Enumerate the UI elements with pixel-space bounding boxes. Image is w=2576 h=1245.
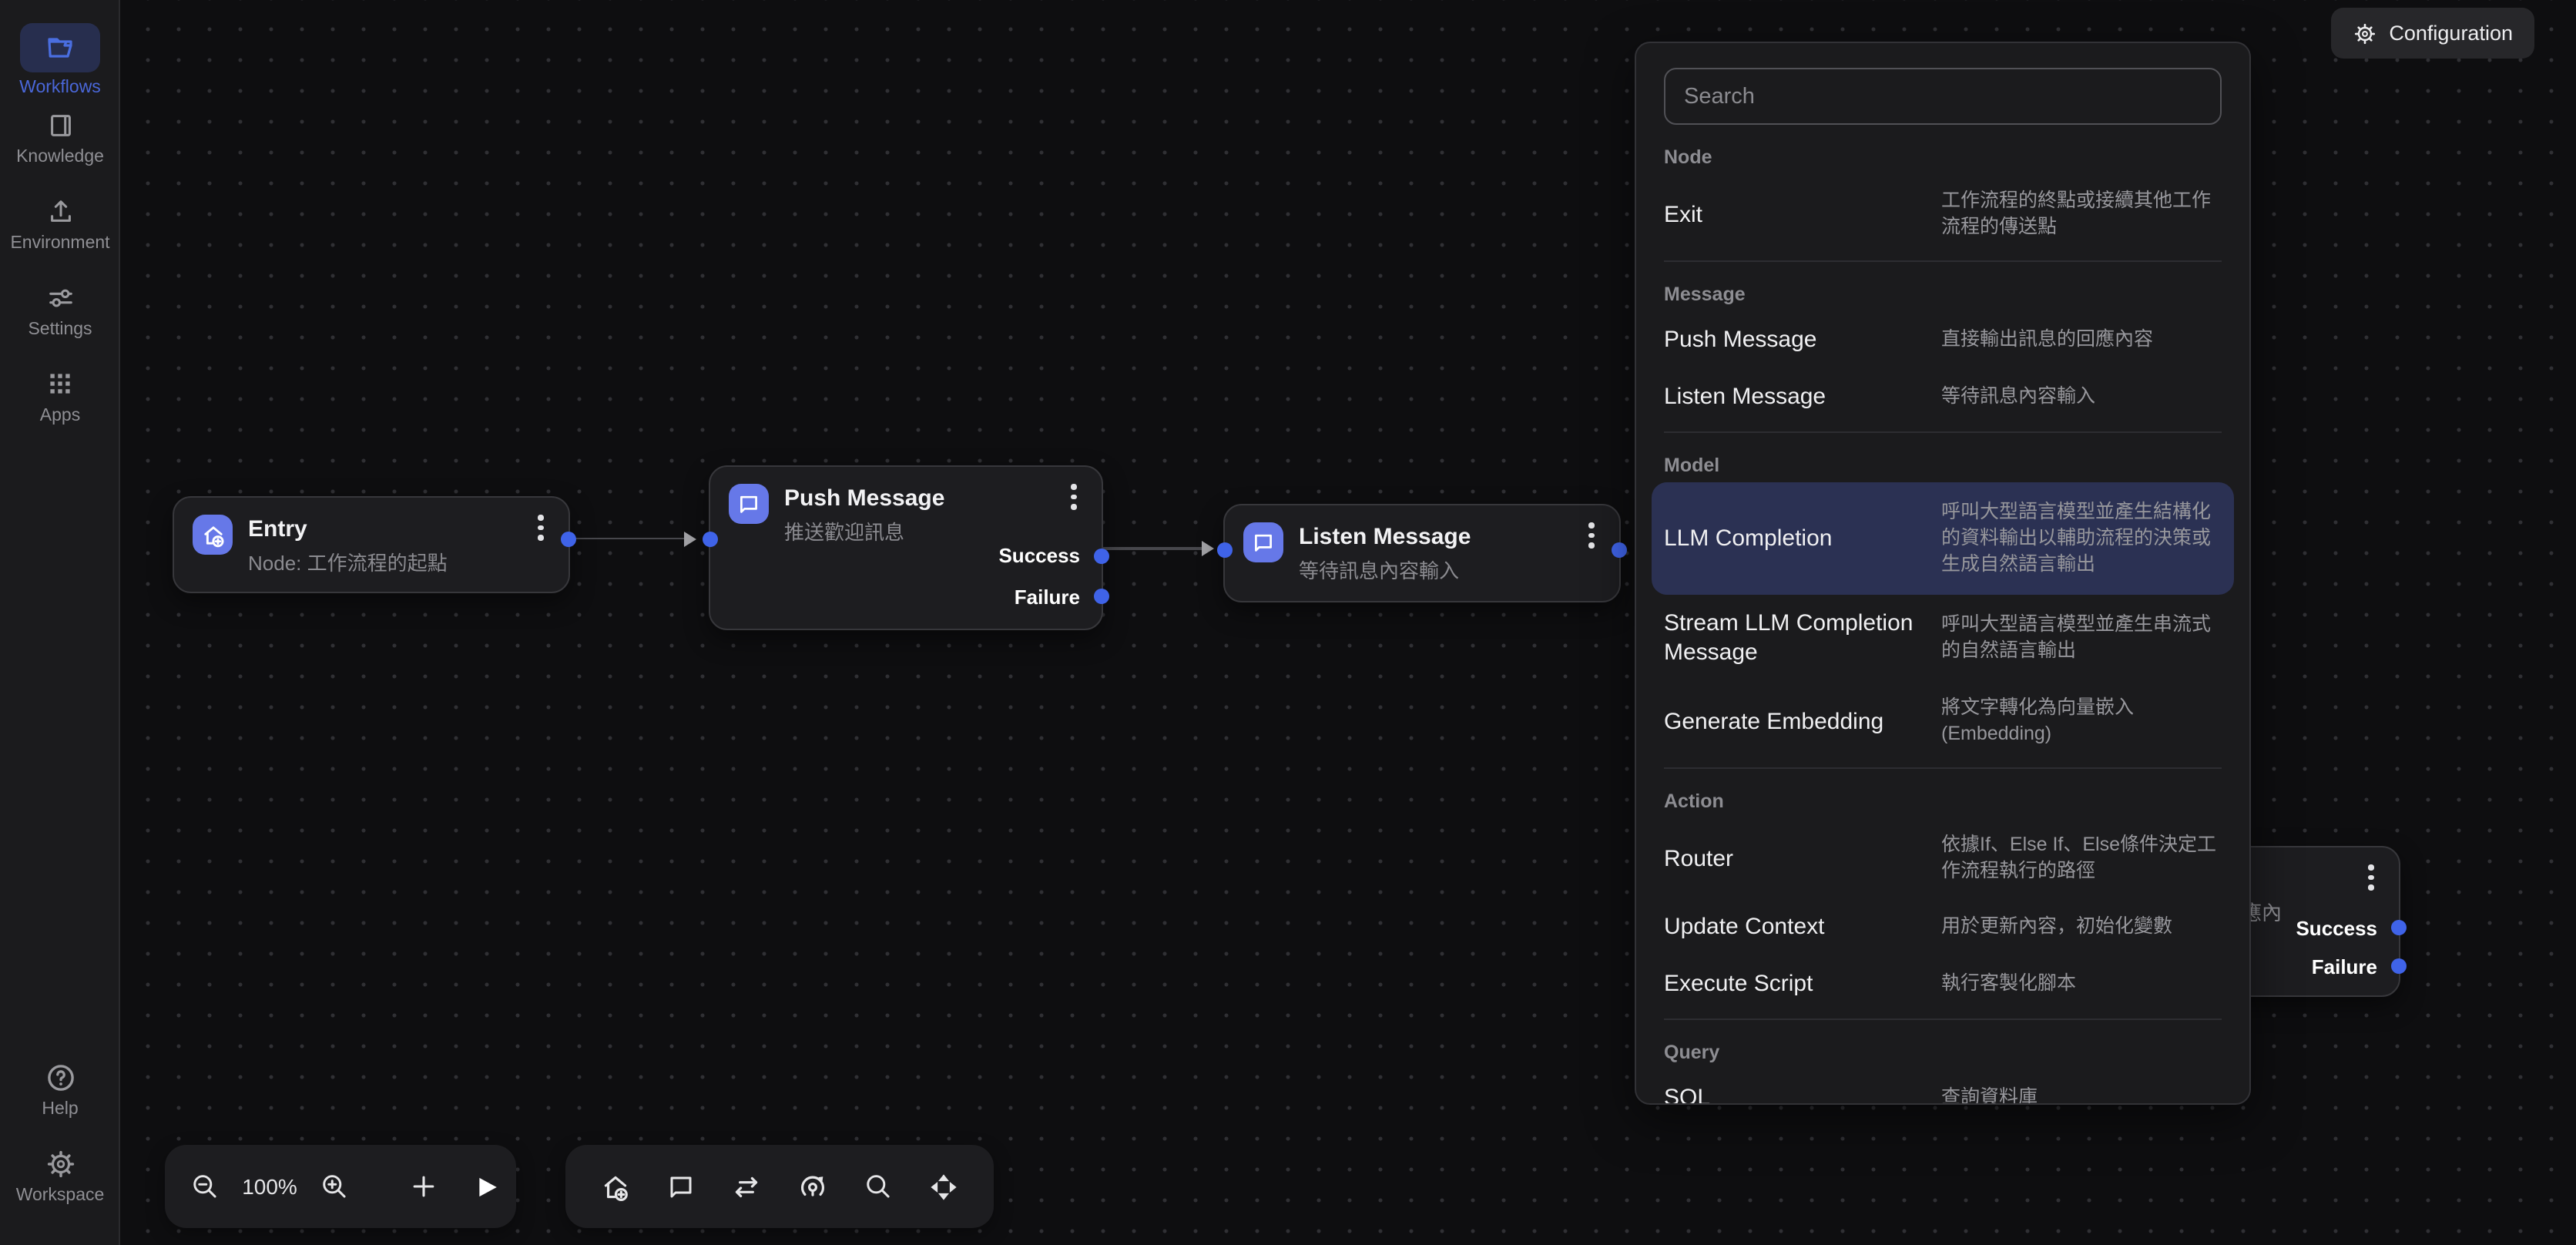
port-label-failure: Failure: [2312, 951, 2377, 981]
edge-arrowhead: [684, 531, 696, 546]
panel-item-execute-script[interactable]: Execute Script 執行客製化腳本: [1664, 955, 2222, 1012]
bulb-refresh-icon[interactable]: [797, 1170, 829, 1203]
output-port-failure[interactable]: [1094, 589, 1109, 604]
section-title-node: Node: [1664, 140, 2222, 174]
panel-item-push-message[interactable]: Push Message 直接輸出訊息的回應內容: [1664, 311, 2222, 368]
panel-item-exit[interactable]: Exit 工作流程的終點或接續其他工作流程的傳送點: [1664, 174, 2222, 254]
panel-item-generate-embedding[interactable]: Generate Embedding 將文字轉化為向量嵌入(Embedding): [1664, 681, 2222, 761]
configuration-button[interactable]: Configuration: [2330, 8, 2534, 59]
edge-arrowhead: [1202, 541, 1214, 556]
workflow-canvas[interactable]: Entry Node: 工作流程的起點 Push Message 推送歡迎訊息 …: [0, 0, 2576, 1245]
configuration-label: Configuration: [2389, 22, 2513, 45]
edge-entry-to-push: [569, 537, 689, 539]
input-port[interactable]: [703, 532, 718, 547]
output-port[interactable]: [561, 532, 576, 547]
run-button[interactable]: [471, 1172, 501, 1201]
node-menu-button[interactable]: [1071, 484, 1077, 514]
output-port-success[interactable]: [2391, 920, 2407, 935]
search-icon[interactable]: [863, 1171, 894, 1202]
section-title-message: Message: [1664, 277, 2222, 311]
apps-grid-icon: [46, 370, 74, 398]
panel-item-update-context[interactable]: Update Context 用於更新內容，初始化變數: [1664, 898, 2222, 955]
search-input[interactable]: [1664, 68, 2222, 125]
zoom-toolbar: 100%: [165, 1145, 516, 1228]
move-diamond-icon[interactable]: [927, 1170, 960, 1203]
node-subtitle: Node: 工作流程的起點: [248, 550, 448, 576]
book-icon: [45, 110, 75, 139]
sidebar-item-knowledge[interactable]: Knowledge: [0, 108, 120, 166]
folder-icon: [45, 32, 75, 63]
sidebar-item-settings[interactable]: Settings: [0, 280, 120, 339]
zoom-in-icon[interactable]: [319, 1171, 350, 1202]
panel-item-llm-completion[interactable]: LLM Completion 呼叫大型語言模型並產生結構化的資料輸出以輔助流程的…: [1652, 482, 2234, 595]
divider: [1664, 260, 2222, 262]
sidebar-item-help[interactable]: Help: [0, 1060, 120, 1119]
port-label-success: Success: [998, 541, 1080, 570]
node-push-message[interactable]: Push Message 推送歡迎訊息 Success Failure: [709, 465, 1103, 630]
node-tools-toolbar: [565, 1145, 994, 1228]
help-circle-icon: [44, 1061, 76, 1093]
divider: [1664, 767, 2222, 769]
panel-item-sql[interactable]: SQL 查詢資料庫: [1664, 1069, 2222, 1105]
section-title-model: Model: [1664, 448, 2222, 482]
node-title: Push Message: [784, 484, 944, 513]
port-label-success: Success: [2296, 913, 2377, 942]
sidebar-item-environment[interactable]: Environment: [0, 194, 120, 253]
gear-icon: [2352, 21, 2376, 45]
node-subtitle: 推送歡迎訊息: [784, 519, 944, 545]
panel-item-listen-message[interactable]: Listen Message 等待訊息內容輸入: [1664, 368, 2222, 425]
sidebar-item-workflows[interactable]: Workflows: [0, 23, 120, 97]
input-port[interactable]: [1217, 542, 1233, 557]
port-label-failure: Failure: [1015, 582, 1080, 611]
section-title-query: Query: [1664, 1035, 2222, 1069]
output-port[interactable]: [1612, 542, 1627, 557]
chat-bubble-icon: [1243, 522, 1283, 562]
node-title: Entry: [248, 515, 448, 544]
sidebar: Workflows Knowledge Environment Settings: [0, 0, 120, 1245]
output-port-failure[interactable]: [2391, 958, 2407, 974]
home-plus-icon: [193, 515, 233, 555]
zoom-out-icon[interactable]: [190, 1171, 220, 1202]
output-port-success[interactable]: [1094, 548, 1109, 563]
node-picker-panel: Node Exit 工作流程的終點或接續其他工作流程的傳送點 Message P…: [1635, 42, 2251, 1105]
node-title: Listen Message: [1299, 522, 1471, 552]
gear-icon: [44, 1147, 76, 1180]
sidebar-item-workspace[interactable]: Workspace: [0, 1146, 120, 1205]
panel-item-stream-llm-completion[interactable]: Stream LLM Completion Message 呼叫大型語言模型並產…: [1664, 595, 2222, 681]
node-entry[interactable]: Entry Node: 工作流程的起點: [173, 496, 570, 593]
chat-bubble-icon[interactable]: [666, 1171, 696, 1202]
divider: [1664, 431, 2222, 433]
chat-bubble-icon: [729, 484, 769, 524]
swap-arrows-icon[interactable]: [730, 1170, 763, 1203]
home-plus-icon[interactable]: [599, 1170, 632, 1203]
node-subtitle: 等待訊息內容輸入: [1299, 558, 1471, 584]
sliders-icon: [45, 283, 75, 312]
sidebar-item-apps[interactable]: Apps: [0, 367, 120, 425]
add-node-button[interactable]: [408, 1171, 439, 1202]
upload-icon: [45, 196, 75, 226]
node-menu-button[interactable]: [538, 515, 544, 545]
section-title-action: Action: [1664, 784, 2222, 818]
node-menu-button[interactable]: [1588, 522, 1595, 552]
zoom-level: 100%: [240, 1174, 299, 1199]
node-listen-message[interactable]: Listen Message 等待訊息內容輸入: [1223, 504, 1621, 602]
divider: [1664, 1018, 2222, 1020]
node-menu-button[interactable]: [2368, 864, 2374, 894]
panel-item-router[interactable]: Router 依據If、Else If、Else條件決定工作流程執行的路徑: [1664, 818, 2222, 898]
edge-push-to-listen: [1103, 547, 1206, 549]
